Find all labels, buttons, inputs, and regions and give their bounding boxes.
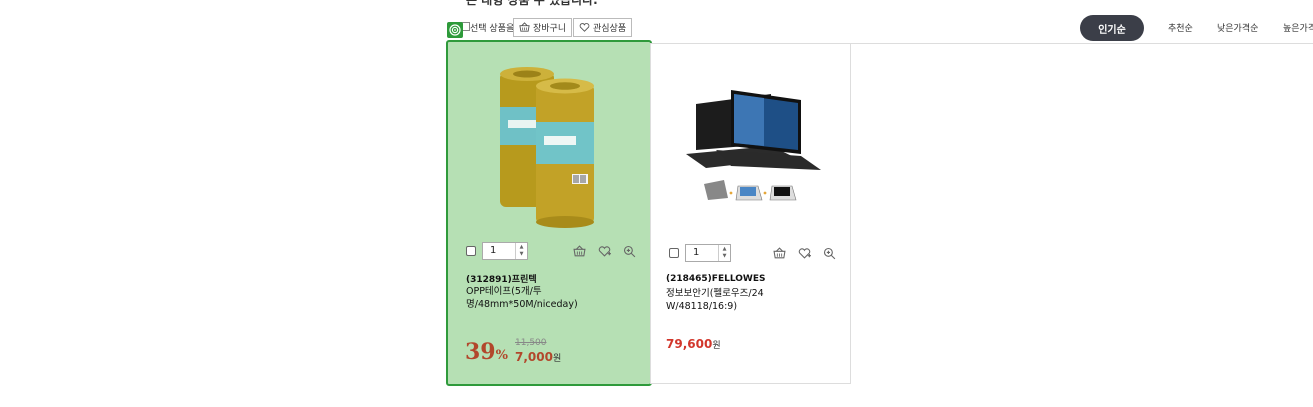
heart-plus-icon bbox=[579, 23, 590, 32]
add-to-wishlist-button[interactable]: 관심상품 bbox=[573, 18, 633, 37]
cart-icon bbox=[519, 22, 530, 32]
quantity-value: 1 bbox=[693, 247, 700, 258]
product-name[interactable]: 정보보안기(펠로우즈/24 W/48118/16:9) bbox=[666, 287, 836, 313]
original-price: 11,500 bbox=[515, 338, 547, 348]
product-checkbox[interactable] bbox=[669, 248, 679, 258]
product-name[interactable]: OPP테이프(5개/투명/48mm*50M/niceday) bbox=[466, 285, 636, 311]
cart-button-label: 장바구니 bbox=[533, 24, 567, 34]
heart-plus-icon[interactable] bbox=[798, 245, 811, 259]
product-brand[interactable]: (312891)프린텍 bbox=[466, 272, 537, 285]
product-card[interactable]: 1 ▲ ▼ (218465)FELLOWES 정보보안기(펠로우즈/24 W/48… bbox=[650, 43, 851, 384]
product-controls: 1 ▲ ▼ bbox=[466, 242, 636, 260]
sort-low-price[interactable]: 낮은가격순 bbox=[1217, 21, 1258, 34]
discount-rate: 39% bbox=[465, 339, 508, 365]
select-label: 선택 상품을 bbox=[470, 24, 515, 34]
quantity-stepper[interactable]: 1 ▲ ▼ bbox=[482, 242, 528, 260]
quantity-stepper[interactable]: 1 ▲ ▼ bbox=[685, 244, 731, 262]
zoom-icon[interactable] bbox=[623, 243, 636, 258]
stepper-arrows[interactable]: ▲ ▼ bbox=[718, 245, 730, 261]
add-to-cart-button[interactable]: 장바구니 bbox=[513, 18, 573, 37]
sale-price: 79,600원 bbox=[666, 337, 721, 351]
stepper-arrows[interactable]: ▲ ▼ bbox=[515, 243, 527, 259]
privacy-filter-laptop-image[interactable] bbox=[651, 59, 850, 239]
product-checkbox[interactable] bbox=[466, 246, 476, 256]
cart-icon[interactable] bbox=[573, 243, 586, 257]
wish-button-label: 관심상품 bbox=[593, 24, 627, 34]
tape-rolls-image[interactable] bbox=[448, 57, 650, 237]
top-notice-text: 은 대형 상품 수 있습니다. bbox=[466, 0, 598, 7]
product-card[interactable]: 1 ▲ ▼ (312891)프린텍 OPP테이프(5개/투명/48mm*50M/n… bbox=[446, 40, 652, 386]
heart-plus-icon[interactable] bbox=[598, 243, 611, 257]
sort-high-price[interactable]: 높은가격순 bbox=[1283, 21, 1313, 34]
product-brand[interactable]: (218465)FELLOWES bbox=[666, 274, 765, 284]
sort-popular[interactable]: 인기순 bbox=[1080, 15, 1144, 41]
zoom-icon[interactable] bbox=[823, 245, 836, 260]
target-icon bbox=[447, 22, 463, 38]
quantity-value: 1 bbox=[490, 245, 497, 256]
cart-icon[interactable] bbox=[773, 245, 786, 259]
product-controls: 1 ▲ ▼ bbox=[669, 244, 836, 262]
sale-price: 7,000원 bbox=[515, 350, 562, 364]
sort-recommended[interactable]: 추천순 bbox=[1168, 21, 1193, 34]
